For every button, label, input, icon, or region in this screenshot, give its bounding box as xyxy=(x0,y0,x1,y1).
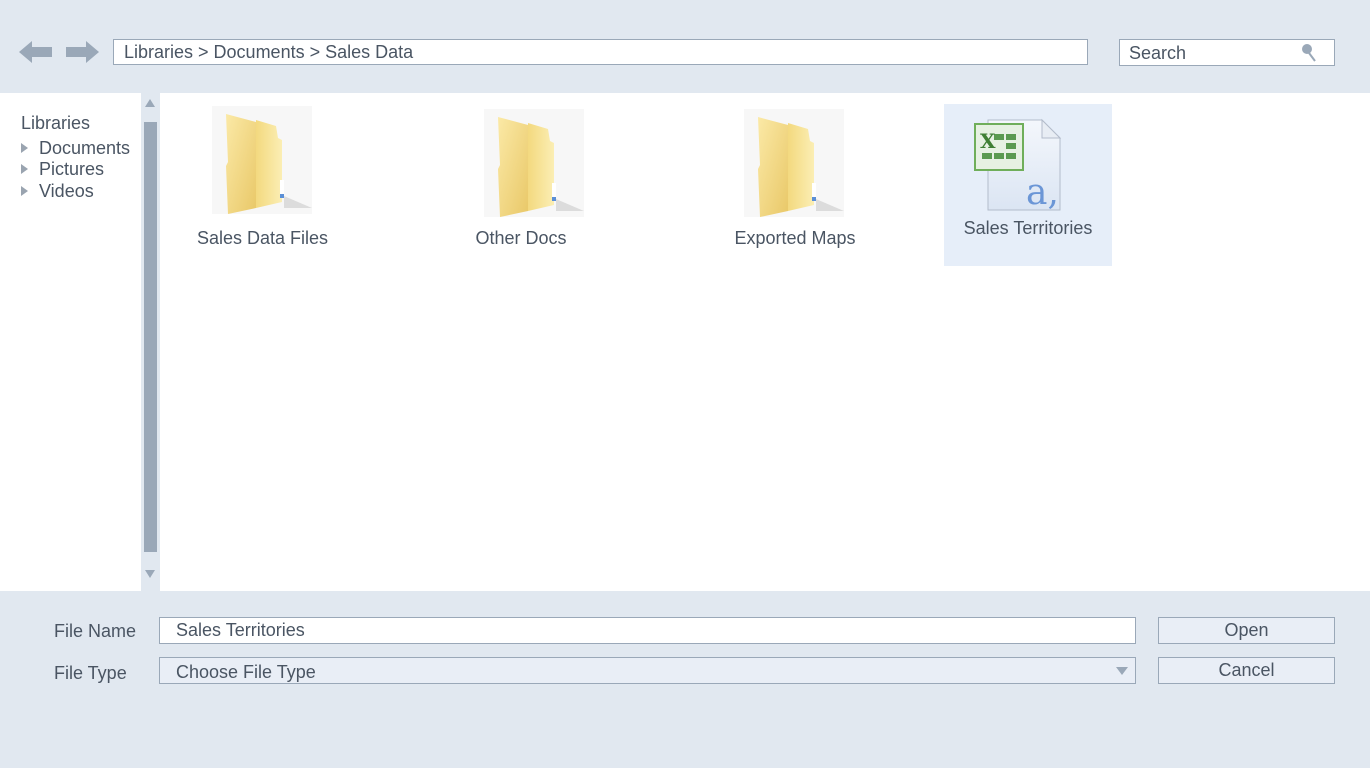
tree-item-label: Documents xyxy=(39,138,131,158)
chevron-down-icon[interactable] xyxy=(1116,667,1128,675)
svg-text:a,: a, xyxy=(1026,172,1059,212)
tree-item-pictures[interactable]: Pictures xyxy=(21,159,104,179)
tree-item-videos[interactable]: Videos xyxy=(21,181,94,201)
open-button[interactable]: Open xyxy=(1158,617,1335,644)
scroll-down-arrow-icon[interactable] xyxy=(145,570,155,578)
file-name-input[interactable]: Sales Territories xyxy=(159,617,1136,644)
file-item-label: Sales Territories xyxy=(963,218,1093,238)
navigation-pane: Libraries Documents Pictures Videos xyxy=(0,93,141,591)
file-item-label: Exported Maps xyxy=(734,228,856,248)
cancel-button[interactable]: Cancel xyxy=(1158,657,1335,684)
tree-item-label: Videos xyxy=(39,181,94,201)
address-bar[interactable]: Libraries > Documents > Sales Data xyxy=(113,39,1088,65)
search-input[interactable]: Search xyxy=(1119,39,1335,66)
file-type-select[interactable]: Choose File Type xyxy=(159,657,1136,684)
file-item-sales-data-files[interactable]: Sales Data Files xyxy=(190,103,335,253)
expand-triangle-icon[interactable] xyxy=(21,186,28,196)
folder-icon xyxy=(484,109,584,217)
scroll-thumb[interactable] xyxy=(144,122,157,552)
expand-triangle-icon[interactable] xyxy=(21,164,28,174)
tree-item-label: Pictures xyxy=(39,159,105,179)
file-type-label: File Type xyxy=(54,663,127,683)
back-button[interactable] xyxy=(19,40,53,64)
excel-file-icon: X a, xyxy=(974,118,1062,212)
tree-root-libraries[interactable]: Libraries xyxy=(21,113,90,133)
folder-icon xyxy=(212,106,312,214)
expand-triangle-icon[interactable] xyxy=(21,143,28,153)
file-item-label: Other Docs xyxy=(475,228,567,248)
svg-text:X: X xyxy=(980,129,996,153)
file-item-exported-maps[interactable]: Exported Maps xyxy=(720,103,870,253)
scroll-up-arrow-icon[interactable] xyxy=(145,99,155,107)
tree-item-documents[interactable]: Documents xyxy=(21,138,130,158)
folder-icon xyxy=(744,109,844,217)
search-placeholder: Search xyxy=(1129,43,1187,63)
file-name-label: File Name xyxy=(54,621,137,641)
toolbar: Libraries > Documents > Sales Data Searc… xyxy=(0,0,1370,93)
vertical-scrollbar[interactable] xyxy=(141,93,160,591)
file-item-sales-territories[interactable]: X a, Sales Territories xyxy=(944,104,1112,266)
arrow-left-icon xyxy=(19,41,52,63)
file-type-value: Choose File Type xyxy=(176,662,316,682)
file-list: Sales Data Files Other Docs Exported Map… xyxy=(160,93,1370,591)
forward-button[interactable] xyxy=(65,40,99,64)
search-icon[interactable] xyxy=(1300,43,1318,63)
file-item-other-docs[interactable]: Other Docs xyxy=(455,103,600,253)
file-item-label: Sales Data Files xyxy=(196,228,329,248)
arrow-right-icon xyxy=(66,41,99,63)
